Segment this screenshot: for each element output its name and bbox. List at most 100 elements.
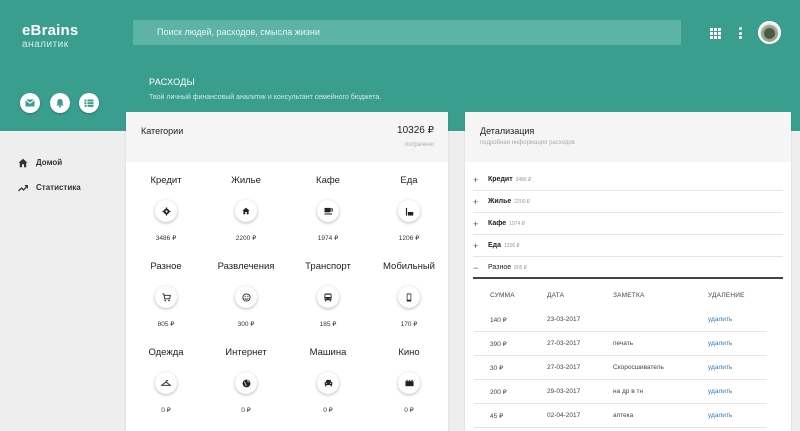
app-logo[interactable]: eBrains аналитик	[22, 22, 78, 50]
category-name: Интернет	[225, 347, 267, 358]
search-input[interactable]: Поиск людей, расходов, смысла жизни	[133, 20, 681, 45]
details-title: Детализация	[480, 126, 535, 136]
column-header-date: ДАТА	[547, 292, 565, 299]
category-amount: 1206 ₽	[398, 235, 420, 242]
category-credit[interactable]: Кредит 3486 ₽	[131, 175, 201, 242]
category-name: Кафе	[316, 175, 340, 186]
category-food[interactable]: Еда 1206 ₽	[374, 175, 444, 242]
cell-sum: 140 ₽	[490, 317, 507, 324]
cell-sum: 200 ₽	[490, 389, 507, 396]
category-transport[interactable]: Транспорт 185 ₽	[293, 261, 363, 328]
details-row-misc[interactable]: − Разное 805 ₽	[473, 257, 783, 279]
app-subtitle: аналитик	[22, 39, 69, 50]
delete-link[interactable]: удалить	[708, 364, 732, 371]
details-row-name: Кафе	[488, 220, 507, 227]
more-vert-icon[interactable]	[739, 27, 742, 39]
category-name: Машина	[309, 347, 347, 358]
apps-grid-icon[interactable]	[710, 28, 721, 39]
page-header: РАСХОДЫ Твой личный финансовый аналитик …	[149, 77, 381, 101]
sidebar-item-label: Домой	[36, 158, 63, 167]
cell-sum: 30 ₽	[490, 365, 504, 372]
table-row: 45 ₽ 02-04-2017 аптека удалить	[474, 404, 767, 428]
page-title: РАСХОДЫ	[149, 77, 195, 87]
column-header-sum: СУММА	[490, 292, 515, 299]
cell-sum: 45 ₽	[490, 413, 504, 420]
mail-button[interactable]	[20, 93, 40, 113]
category-button[interactable]	[235, 286, 257, 308]
category-button[interactable]	[317, 286, 339, 308]
cell-note: печать	[613, 340, 634, 347]
category-button[interactable]	[235, 200, 257, 222]
cell-date: 02-04-2017	[547, 412, 581, 419]
sidebar-nav: Домой Статистика	[18, 150, 81, 200]
avatar[interactable]	[758, 21, 781, 44]
details-row-amount: 805 ₽	[514, 265, 528, 271]
home-icon	[18, 158, 28, 167]
category-misc[interactable]: Разное 805 ₽	[131, 261, 201, 328]
details-row-cafe[interactable]: + Кафе 1974 ₽	[473, 213, 783, 235]
notifications-button[interactable]	[50, 93, 70, 113]
category-amount: 0 ₽	[161, 407, 171, 414]
delete-link[interactable]: удалить	[708, 388, 732, 395]
expand-icon: +	[473, 219, 479, 229]
category-amount: 0 ₽	[323, 407, 333, 414]
category-button[interactable]	[398, 286, 420, 308]
category-clothes[interactable]: Одежда 0 ₽	[131, 347, 201, 414]
category-button[interactable]	[235, 372, 257, 394]
category-entertainment[interactable]: Развлечения 300 ₽	[211, 261, 281, 328]
category-button[interactable]	[317, 200, 339, 222]
details-row-credit[interactable]: + Кредит 3486 ₽	[473, 169, 783, 191]
delete-link[interactable]: удалить	[708, 316, 732, 323]
details-row-housing[interactable]: + Жилье 2200 ₽	[473, 191, 783, 213]
table-row: 390 ₽ 27-03-2017 печать удалить	[474, 332, 767, 356]
category-name: Кино	[398, 347, 420, 358]
categories-header: Категории 10326 ₽ потрачено	[126, 112, 448, 162]
bell-icon	[56, 99, 64, 108]
cart-icon	[161, 292, 171, 301]
category-amount: 0 ₽	[404, 407, 414, 414]
table-row: 30 ₽ 27-03-2017 Скоросшиватель удалить	[474, 356, 767, 380]
phone-icon	[406, 292, 412, 302]
category-name: Разное	[150, 261, 182, 272]
details-row-name: Еда	[488, 242, 502, 249]
category-name: Мобильный	[383, 261, 435, 272]
expand-icon: +	[473, 175, 479, 185]
smile-icon	[241, 292, 251, 302]
trending-up-icon	[18, 184, 28, 191]
list-button[interactable]	[79, 93, 99, 113]
details-row-food[interactable]: + Еда 1206 ₽	[473, 235, 783, 257]
category-name: Еда	[400, 175, 418, 186]
category-button[interactable]	[398, 372, 420, 394]
category-amount: 0 ₽	[241, 407, 251, 414]
category-cinema[interactable]: Кино 0 ₽	[374, 347, 444, 414]
expand-icon: +	[473, 197, 479, 207]
category-name: Транспорт	[305, 261, 351, 272]
sidebar-item-statistics[interactable]: Статистика	[18, 175, 81, 200]
category-button[interactable]	[317, 372, 339, 394]
film-icon	[404, 379, 414, 387]
category-button[interactable]	[398, 200, 420, 222]
categories-card: Категории 10326 ₽ потрачено Кредит 3486 …	[126, 112, 448, 431]
category-button[interactable]	[155, 372, 177, 394]
category-amount: 300 ₽	[237, 321, 255, 328]
category-name: Кредит	[150, 175, 182, 186]
category-mobile[interactable]: Мобильный 170 ₽	[374, 261, 444, 328]
category-car[interactable]: Машина 0 ₽	[293, 347, 363, 414]
cell-note: Скоросшиватель	[613, 364, 664, 371]
details-row-name: Кредит	[488, 176, 513, 183]
sidebar-item-home[interactable]: Домой	[18, 150, 81, 175]
category-button[interactable]	[155, 200, 177, 222]
column-header-delete: УДАЛЕНИЕ	[708, 292, 745, 299]
details-subtitle: подробная информация расходов	[480, 140, 575, 146]
category-internet[interactable]: Интернет 0 ₽	[211, 347, 281, 414]
column-header-note: ЗАМЕТКА	[613, 292, 645, 299]
table-row: 140 ₽ 23-03-2017 удалить	[474, 308, 767, 332]
delete-link[interactable]: удалить	[708, 340, 732, 347]
category-housing[interactable]: Жилье 2200 ₽	[211, 175, 281, 242]
categories-total-label: потрачено	[405, 142, 434, 148]
table-row: 200 ₽ 29-03-2017 на др в тн удалить	[474, 380, 767, 404]
cell-date: 29-03-2017	[547, 388, 581, 395]
category-button[interactable]	[155, 286, 177, 308]
category-cafe[interactable]: Кафе 1974 ₽	[293, 175, 363, 242]
delete-link[interactable]: удалить	[708, 412, 732, 419]
